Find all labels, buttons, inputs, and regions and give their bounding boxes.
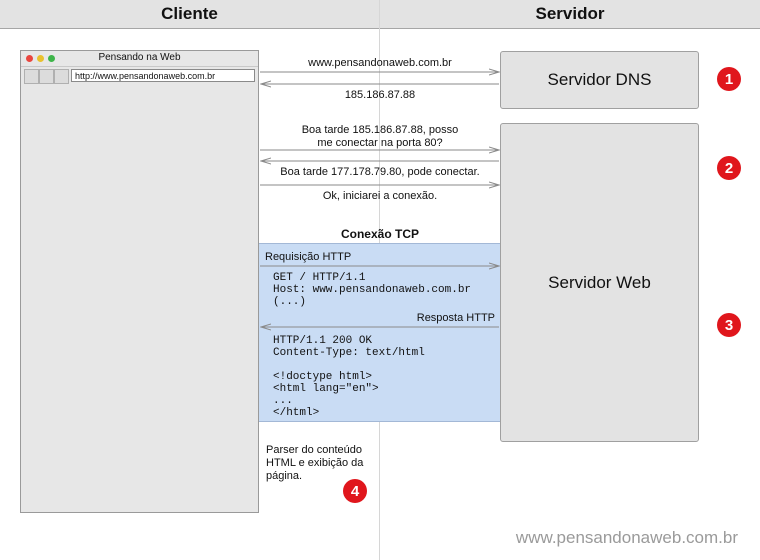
http-request-label: Requisição HTTP xyxy=(265,251,352,263)
http-response-body: HTTP/1.1 200 OK Content-Type: text/html <!… xyxy=(273,335,425,419)
response-line: HTTP/1.1 200 OK xyxy=(273,335,373,347)
synack-label: Boa tarde 177.178.79.80, pode conectar. xyxy=(280,166,480,178)
step-badge-4: 4 xyxy=(343,479,367,503)
http-response-label: Resposta HTTP xyxy=(416,312,495,324)
parser-line: Parser do conteúdo xyxy=(266,444,363,456)
request-line: GET / HTTP/1.1 xyxy=(273,272,366,284)
response-line: <!doctype html> xyxy=(273,371,373,383)
response-line: </html> xyxy=(273,407,320,419)
response-line: <html lang="en"> xyxy=(273,383,379,395)
step-badge-3: 3 xyxy=(717,313,741,337)
step-badge-2: 2 xyxy=(717,156,741,180)
watermark: www.pensandonaweb.com.br xyxy=(515,528,738,547)
request-line: Host: www.pensandonaweb.com.br xyxy=(273,284,472,296)
response-line xyxy=(273,359,425,371)
tcp-connection-title: Conexão TCP xyxy=(340,227,419,241)
response-line: Content-Type: text/html xyxy=(273,347,425,359)
parser-line: HTML e exibição da xyxy=(266,457,364,469)
parser-note: Parser do conteúdo HTML e exibição da pági… xyxy=(266,444,363,483)
dns-reply-label: 185.186.87.88 xyxy=(344,89,416,101)
syn-label-line2: me conectar na porta 80? xyxy=(317,137,443,149)
response-line: ... xyxy=(273,395,293,407)
step-badge-1: 1 xyxy=(717,67,741,91)
dns-query-label: www.pensandonaweb.com.br xyxy=(308,57,452,69)
ack-label: Ok, iniciarei a conexão. xyxy=(322,190,438,202)
http-request-body: GET / HTTP/1.1 Host: www.pensandonaweb.co… xyxy=(273,272,471,308)
request-line: (...) xyxy=(273,296,307,308)
syn-label-line1: Boa tarde 185.186.87.88, posso xyxy=(301,124,459,136)
